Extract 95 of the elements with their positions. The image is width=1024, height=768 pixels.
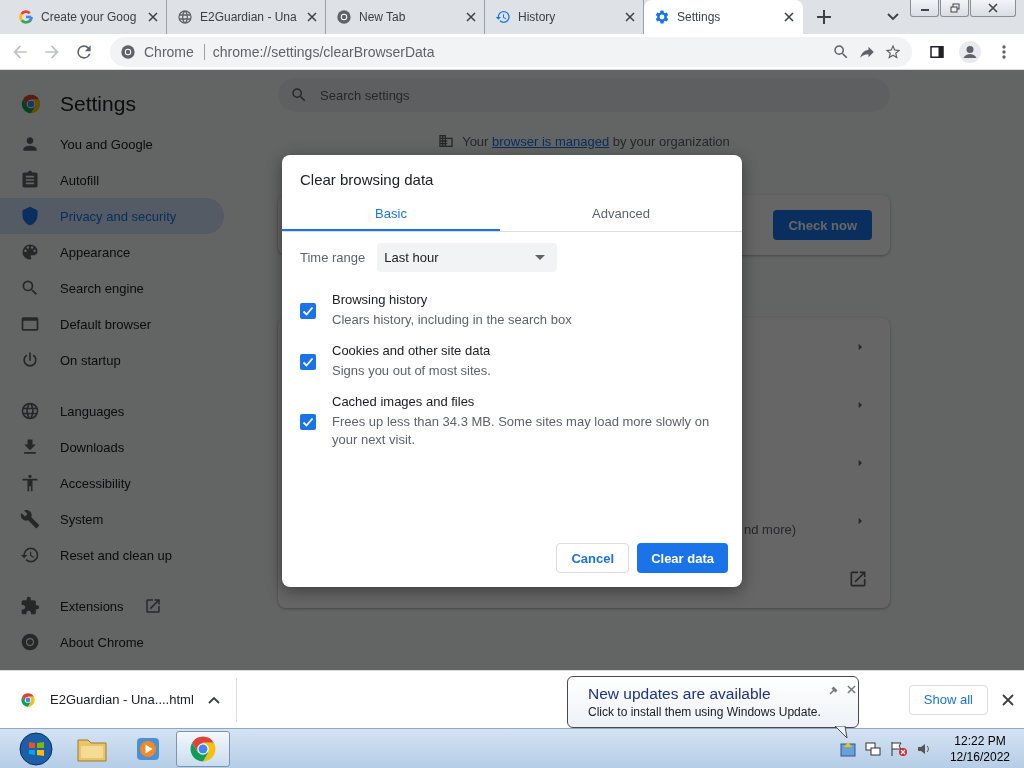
chevron-up-icon[interactable]	[207, 695, 220, 704]
clock-time: 12:22 PM	[954, 732, 1006, 749]
globe-icon	[177, 9, 193, 25]
notification-balloon[interactable]: New updates are available Click to install them using Windows Update.	[567, 676, 859, 728]
notification-title: New updates are available	[588, 685, 772, 703]
option-title: Cached images and files	[332, 394, 476, 409]
dialog-tab[interactable]: Advanced	[500, 197, 742, 231]
option-description: Signs you out of most sites.	[332, 362, 491, 380]
flag-error-icon[interactable]	[889, 740, 908, 757]
gear-icon	[654, 9, 670, 25]
wrench-icon	[20, 509, 40, 529]
pin-icon[interactable]	[828, 685, 839, 695]
power-icon	[20, 350, 40, 370]
search-field[interactable]: Search settings	[278, 78, 890, 112]
sidebar-item[interactable]: Accessibility	[0, 465, 224, 501]
clock-date: 12/16/2022	[949, 748, 1010, 765]
close-icon[interactable]	[625, 12, 635, 22]
chevron-down-icon[interactable]	[887, 13, 899, 21]
sidebar-item[interactable]: Appearance	[0, 234, 224, 270]
browser-window-icon	[20, 314, 40, 334]
managed-notice: Your browser is managed by your organization	[462, 133, 730, 149]
checkbox[interactable]	[300, 302, 316, 319]
sidebar-item[interactable]: Extensions	[0, 588, 224, 624]
search-icon	[290, 86, 308, 104]
browser-tab[interactable]: E2Guardian - Una	[167, 0, 326, 34]
restore-icon	[949, 3, 960, 13]
network-icon[interactable]	[863, 740, 882, 757]
sidebar-item[interactable]: Downloads	[0, 429, 224, 465]
sidebar-item[interactable]: Privacy and security	[0, 198, 224, 234]
chrome-logo-icon	[20, 691, 36, 708]
history-icon	[495, 9, 511, 25]
managed-link[interactable]: browser is managed	[492, 133, 610, 149]
time-range-label: Time range	[300, 250, 366, 265]
minimize-button[interactable]	[910, 0, 939, 17]
chrome-logo-icon	[20, 93, 42, 115]
option-title: Cookies and other site data	[332, 343, 491, 358]
palette-icon	[20, 242, 40, 262]
checkbox[interactable]	[300, 413, 316, 430]
chrome-icon	[20, 632, 40, 652]
external-link-icon	[143, 597, 162, 615]
browser-tab[interactable]: New Tab	[326, 0, 485, 34]
update-tray-icon[interactable]	[839, 740, 856, 757]
sidebar-item[interactable]: Search engine	[0, 270, 224, 306]
sidebar-item[interactable]: On startup	[0, 342, 224, 378]
close-icon[interactable]	[307, 12, 317, 22]
restore-button[interactable]	[940, 0, 969, 17]
row-subtitle: nd more)	[743, 520, 798, 537]
option-title: Browsing history	[332, 292, 429, 307]
dialog-tab[interactable]: Basic	[282, 197, 500, 231]
balloon-tail	[835, 726, 849, 740]
close-icon[interactable]	[846, 685, 856, 694]
notification-body: Click to install them using Windows Update.	[588, 705, 821, 719]
browser-tab[interactable]: Settings	[644, 0, 803, 34]
sidebar-item[interactable]: System	[0, 501, 224, 537]
sidebar-item[interactable]: Reset and clean up	[0, 537, 224, 573]
close-icon[interactable]	[466, 12, 476, 22]
time-range-select[interactable]: Last hour	[377, 243, 558, 272]
close-icon[interactable]	[148, 12, 158, 22]
sidebar-item[interactable]: Autofill	[0, 162, 224, 198]
plus-icon[interactable]	[817, 10, 831, 24]
address-bar[interactable]: Chrome chrome://settings/clearBrowserData	[110, 36, 912, 67]
sidebar-item[interactable]: Default browser	[0, 306, 224, 342]
close-button[interactable]	[970, 0, 1016, 17]
globe-icon	[20, 401, 40, 421]
browser-tab[interactable]: Create your Goog	[8, 0, 167, 34]
close-icon[interactable]	[1002, 693, 1014, 706]
close-icon	[988, 3, 998, 13]
clipboard-icon	[20, 170, 40, 190]
option-description: Clears history, including in the search box	[332, 311, 572, 329]
profile-icon[interactable]	[958, 39, 982, 64]
show-all-button[interactable]: Show all	[908, 684, 988, 715]
g-logo-icon	[18, 9, 34, 25]
puzzle-icon	[20, 596, 40, 616]
page-title: Settings	[60, 92, 136, 116]
option-description: Frees up less than 34.3 MB. Some sites may load more slowly on your next visit.	[332, 413, 711, 449]
sidebar-item[interactable]: Languages	[0, 393, 224, 429]
shield-icon	[20, 206, 40, 226]
chrome-icon	[120, 43, 136, 60]
building-icon	[438, 133, 455, 149]
history-icon	[20, 545, 40, 565]
checkbox[interactable]	[300, 353, 316, 370]
external-link-icon[interactable]	[848, 569, 868, 589]
cancel-button[interactable]: Cancel	[556, 543, 630, 573]
close-icon[interactable]	[784, 12, 794, 22]
chrome-taskbar-button[interactable]	[176, 730, 230, 767]
sidebar-item[interactable]: About Chrome	[0, 624, 224, 660]
chrome-icon	[336, 9, 352, 25]
sidebar-item[interactable]: You and Google	[0, 126, 224, 162]
clear-data-button[interactable]: Clear data	[637, 543, 728, 573]
check-now-button[interactable]: Check now	[773, 210, 872, 240]
search-icon	[20, 278, 40, 298]
accessibility-icon	[20, 473, 40, 493]
download-item[interactable]: E2Guardian - Una....html	[0, 677, 237, 722]
dialog-title: Clear browsing data	[299, 170, 435, 190]
zoom-out-icon[interactable]	[832, 42, 850, 61]
